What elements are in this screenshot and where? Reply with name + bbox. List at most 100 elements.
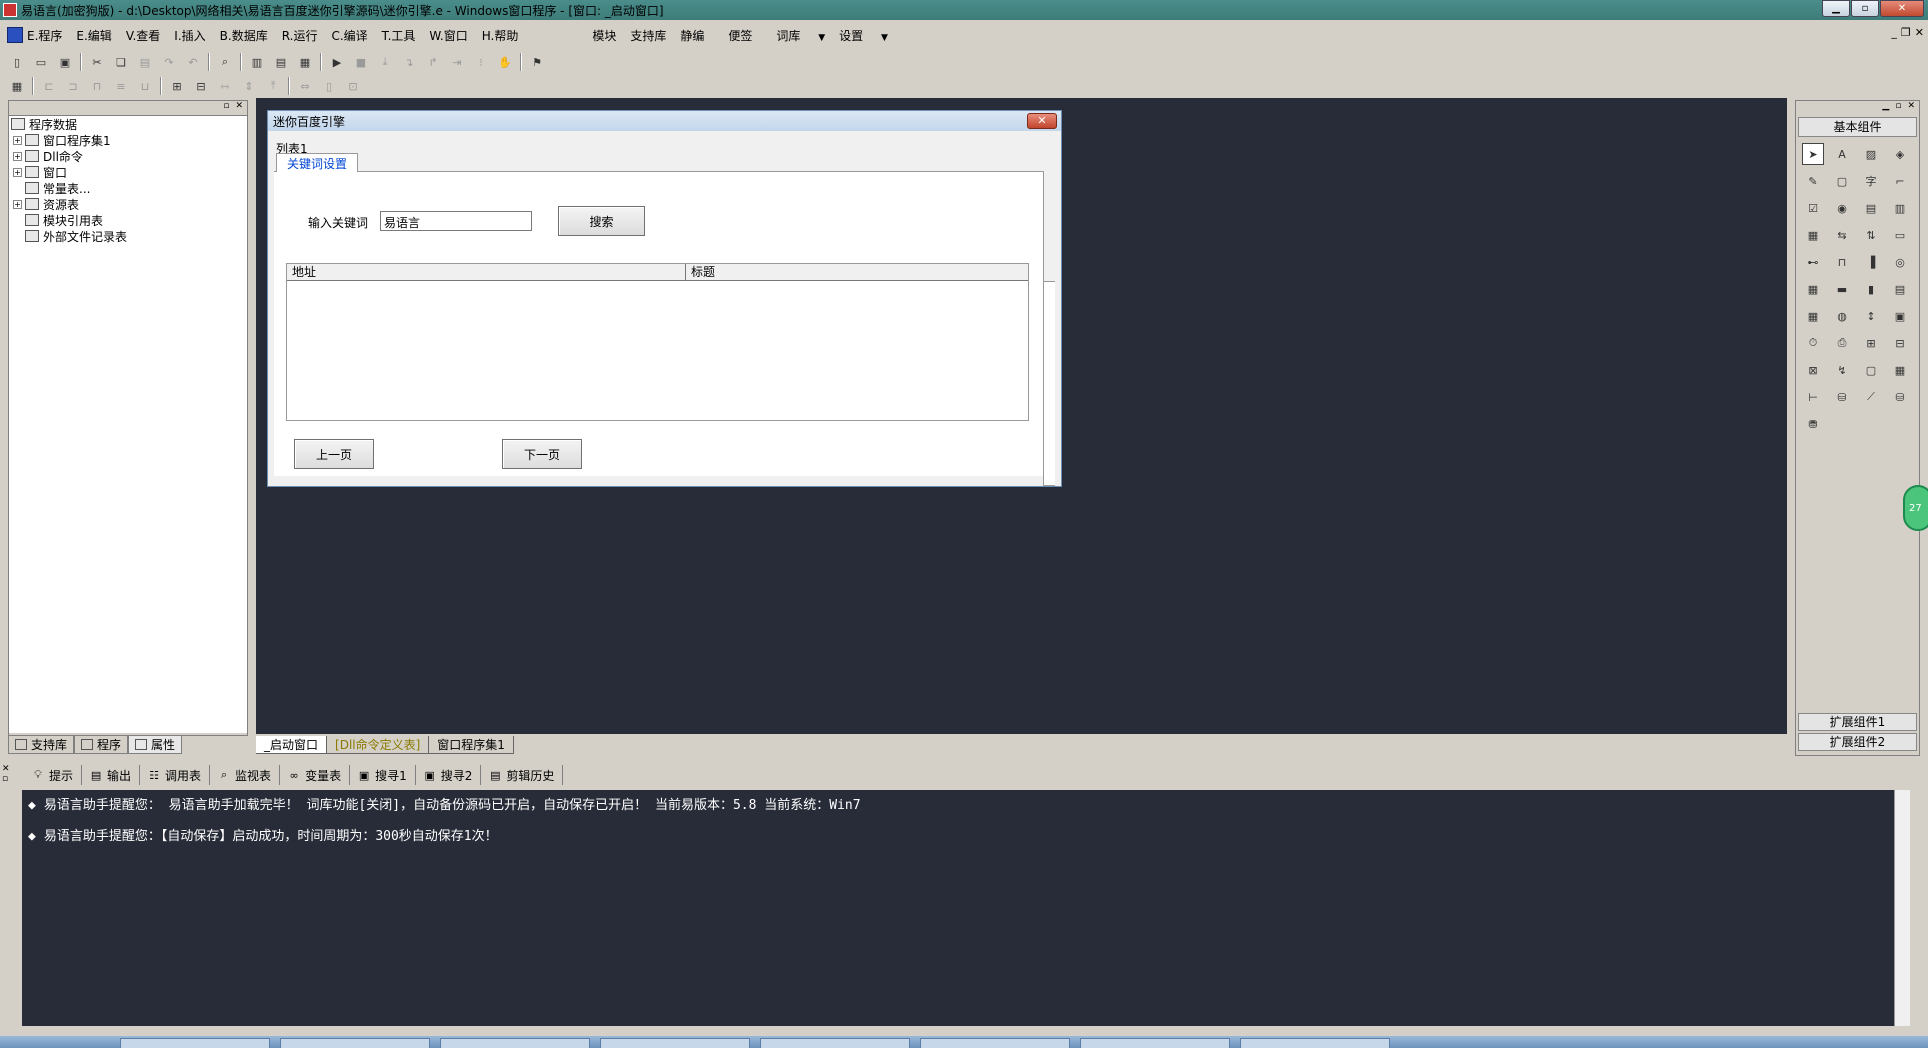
output-scrollbar[interactable] (1894, 790, 1910, 1026)
expand-icon[interactable]: + (13, 167, 22, 177)
menu-program[interactable]: E.程序 (0, 27, 69, 44)
slider-icon[interactable]: ⊷ (1802, 251, 1824, 273)
database-icon[interactable]: ◍ (1831, 305, 1853, 327)
panel-minimize-icon[interactable]: ▁ (1882, 101, 1889, 113)
form-icon[interactable]: ▢ (1860, 359, 1882, 381)
tab-startup-window[interactable]: _启动窗口 (256, 736, 328, 754)
space-vertical-icon[interactable]: ⇕ (240, 77, 258, 95)
same-width-icon[interactable]: ⇔ (296, 77, 314, 95)
timer-icon[interactable]: ⏱ (1802, 332, 1824, 354)
tree-item[interactable]: 模块引用表 (9, 212, 247, 228)
menu-notes[interactable]: 便签 (721, 27, 759, 44)
menu-module[interactable]: 模块 (585, 27, 623, 44)
menu-lexicon[interactable]: 词库 ▼ (769, 27, 832, 44)
same-height-icon[interactable]: ⤒ (264, 77, 282, 95)
keyword-input[interactable]: 易语言 (380, 211, 532, 231)
odbc-database-icon[interactable]: ⛁ (1889, 386, 1911, 408)
tree-item[interactable]: + Dll命令 (9, 148, 247, 164)
menu-run[interactable]: R.运行 (275, 27, 325, 44)
help-pointer-icon[interactable]: ⚑ (528, 53, 546, 71)
hand-icon[interactable]: ✋ (496, 53, 514, 71)
align-right-icon[interactable]: ⊐ (64, 77, 82, 95)
checkbox-icon[interactable]: ☑ (1802, 197, 1824, 219)
pointer-icon[interactable]: ➤ (1802, 143, 1824, 165)
center-horizontal-icon[interactable]: ⊞ (168, 77, 186, 95)
maximize-button[interactable]: ▫ (1851, 0, 1879, 17)
tab-call-table[interactable]: ☷ 调用表 (140, 765, 211, 785)
tab-search1[interactable]: ▣ 搜寻1 (350, 765, 416, 785)
tree-root[interactable]: 程序数据 (9, 116, 247, 132)
align-middle-icon[interactable]: ≡ (112, 77, 130, 95)
taskbar-item[interactable] (120, 1038, 270, 1048)
tree-item[interactable]: 外部文件记录表 (9, 228, 247, 244)
tab-properties[interactable]: 属性 (128, 736, 183, 754)
space-horizontal-icon[interactable]: ⇿ (216, 77, 234, 95)
layout-left-icon[interactable]: ▥ (248, 53, 266, 71)
palette-basic-header[interactable]: 基本组件 (1798, 117, 1917, 137)
menu-window[interactable]: W.窗口 (422, 27, 474, 44)
vscroll-icon[interactable]: ⇅ (1860, 224, 1882, 246)
server-icon[interactable]: ⊠ (1802, 359, 1824, 381)
same-size-icon[interactable]: ⊡ (344, 77, 362, 95)
picture-box-icon[interactable]: ▨ (1860, 143, 1882, 165)
step-out-icon[interactable]: ↱ (424, 53, 442, 71)
calendar-icon[interactable]: ▦ (1802, 278, 1824, 300)
tab-program[interactable]: 程序 (74, 736, 129, 754)
taskbar-item[interactable] (440, 1038, 590, 1048)
menu-static-compile[interactable]: 静编 (673, 27, 711, 44)
prev-page-button[interactable]: 上一页 (294, 439, 374, 469)
grid-control-icon[interactable]: ▦ (1889, 359, 1911, 381)
open-folder-icon[interactable]: ▭ (32, 53, 50, 71)
grid-icon[interactable]: ▦ (8, 77, 26, 95)
menu-tools[interactable]: T.工具 (375, 27, 423, 44)
redo-icon[interactable]: ↷ (160, 53, 178, 71)
tab-variables[interactable]: ∞ 变量表 (280, 765, 351, 785)
shape-icon[interactable]: ◈ (1889, 143, 1911, 165)
close-button[interactable]: ✕ (1880, 0, 1924, 17)
cut-icon[interactable]: ✂ (88, 53, 106, 71)
label-icon[interactable]: A (1831, 143, 1853, 165)
same-size-v-icon[interactable]: ▯ (320, 77, 338, 95)
progress-icon[interactable]: ▭ (1889, 224, 1911, 246)
tree-item[interactable]: + 窗口 (9, 164, 247, 180)
hscroll-icon[interactable]: ⇆ (1831, 224, 1853, 246)
client-icon[interactable]: ⊟ (1889, 332, 1911, 354)
radio-icon[interactable]: ◉ (1831, 197, 1853, 219)
form-close-icon[interactable]: ✕ (1027, 113, 1057, 129)
stop-icon[interactable]: ■ (352, 53, 370, 71)
design-form[interactable]: 迷你百度引擎 ✕ 列表1 关键词设置 输入关键词 易语言 搜索 地址 标题 上一… (267, 110, 1062, 487)
align-top-icon[interactable]: ⊓ (88, 77, 106, 95)
breakpoint-icon[interactable]: ⁝ (472, 53, 490, 71)
column-title[interactable]: 标题 (686, 264, 1028, 280)
step-over-icon[interactable]: ↴ (400, 53, 418, 71)
layout-bottom-icon[interactable]: ▤ (272, 53, 290, 71)
tree-item[interactable]: + 资源表 (9, 196, 247, 212)
tab-support-lib[interactable]: 支持库 (8, 736, 75, 754)
expand-icon[interactable]: + (13, 151, 22, 161)
tab-dll-table[interactable]: [Dll命令定义表] (327, 736, 430, 754)
taskbar-item[interactable] (1080, 1038, 1230, 1048)
line-icon[interactable]: ⌐ (1889, 170, 1911, 192)
tab-output[interactable]: ▤ 输出 (82, 765, 141, 785)
taskbar-item[interactable] (760, 1038, 910, 1048)
save-icon[interactable]: ▣ (56, 53, 74, 71)
paste-icon[interactable]: ▤ (136, 53, 154, 71)
tree-control-icon[interactable]: ⊢ (1802, 386, 1824, 408)
printer-icon[interactable]: ⎙ (1831, 332, 1853, 354)
taskbar-item[interactable] (280, 1038, 430, 1048)
floating-badge[interactable]: 27 (1903, 485, 1928, 531)
tree-item[interactable]: + 窗口程序集1 (9, 132, 247, 148)
tab-hint[interactable]: 💡︎ 提示 (24, 765, 83, 785)
tab-keyword-settings[interactable]: 关键词设置 (276, 153, 359, 172)
taskbar-item[interactable] (1240, 1038, 1390, 1048)
taskbar-item[interactable] (600, 1038, 750, 1048)
step-into-icon[interactable]: ⤓ (376, 53, 394, 71)
align-left-icon[interactable]: ⊏ (40, 77, 58, 95)
status-bar-icon[interactable]: ▬ (1831, 278, 1853, 300)
copy-icon[interactable]: ❏ (112, 53, 130, 71)
mdi-close-icon[interactable]: ✕ (1915, 26, 1924, 39)
output-console[interactable]: ◆ 易语言助手提醒您： 易语言助手加载完毕！ 词库功能[关闭]，自动备份源码已开启… (22, 790, 1894, 1026)
menu-database[interactable]: B.数据库 (213, 27, 275, 44)
spinner-icon[interactable]: ↕ (1860, 305, 1882, 327)
serial-port-icon[interactable]: ↯ (1831, 359, 1853, 381)
